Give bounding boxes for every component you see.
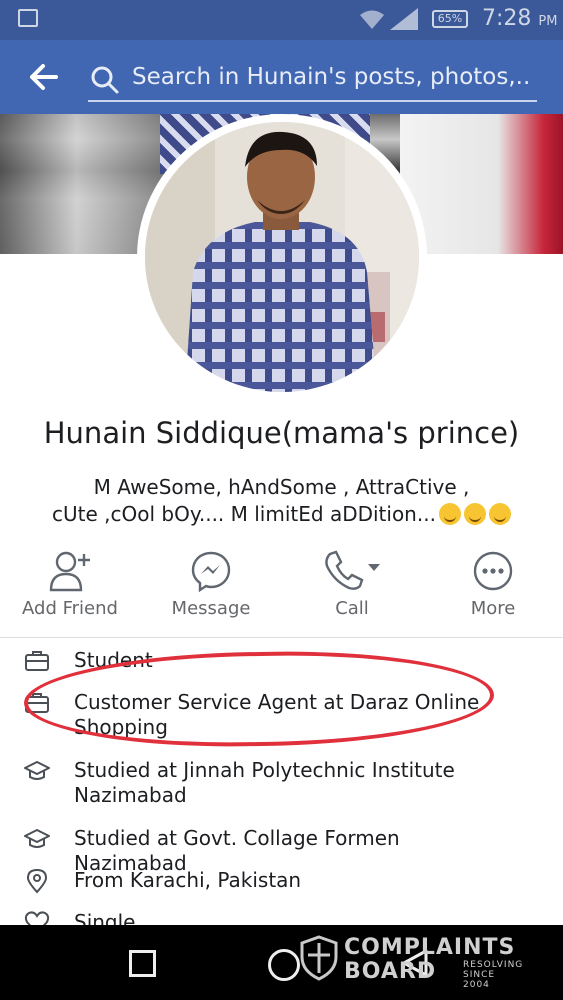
profile-picture-image — [145, 122, 419, 392]
shield-logo-icon — [300, 935, 338, 981]
profile-picture[interactable] — [145, 122, 419, 392]
location-pin-icon — [26, 868, 48, 894]
message-button[interactable]: Message — [141, 550, 281, 619]
watermark: COMPLAINTS BOARD RESOLVING SINCE 2004 — [300, 935, 530, 995]
phone-icon — [325, 550, 380, 590]
app-bar — [0, 40, 563, 114]
clock-time: 7:28 — [482, 6, 532, 31]
wink-emoji-icon — [438, 503, 461, 525]
add-friend-icon — [49, 551, 90, 592]
recent-apps-button[interactable] — [129, 950, 156, 977]
clock: 7:28 PM — [482, 6, 557, 31]
smile-emoji-icon — [463, 503, 486, 525]
watermark-line-1: COMPLAINTS — [344, 935, 516, 960]
bio-line-2-text: cUte ,cOol bOy.... M limitEd aDDition... — [52, 502, 436, 526]
watermark-tagline-1: RESOLVING — [463, 960, 524, 970]
home-button[interactable] — [268, 949, 300, 981]
more-label: More — [470, 598, 516, 619]
profile-picture-frame[interactable] — [137, 114, 427, 400]
search-field[interactable] — [88, 58, 537, 102]
more-icon — [473, 551, 513, 591]
bio-line-2: cUte ,cOol bOy.... M limitEd aDDition... — [30, 501, 533, 528]
battery-icon: 65% — [432, 10, 468, 28]
status-bar: 65% 7:28 PM — [0, 0, 563, 40]
heart-eyes-emoji-icon — [488, 503, 511, 525]
call-button[interactable]: Call — [282, 550, 422, 619]
image-notification-icon — [18, 9, 38, 27]
clock-ampm: PM — [538, 14, 558, 29]
intro-text: Studied at Jinnah Polytechnic Institute … — [74, 758, 455, 807]
message-label: Message — [171, 598, 251, 619]
battery-level: 65% — [437, 12, 463, 25]
graduation-cap-icon — [24, 761, 50, 780]
graduation-cap-icon — [24, 829, 50, 848]
bio-line-1: M AweSome, hAndSome , AttraCtive , — [93, 475, 470, 499]
more-button[interactable]: More — [423, 550, 563, 619]
messenger-icon — [191, 551, 231, 592]
add-friend-label: Add Friend — [22, 598, 118, 619]
profile-actions: Add Friend Message Call More — [0, 550, 563, 630]
watermark-tagline: RESOLVING SINCE 2004 — [463, 960, 523, 990]
profile-bio: M AweSome, hAndSome , AttraCtive , cUte … — [30, 474, 533, 528]
signal-icon — [390, 8, 418, 30]
section-divider — [0, 637, 563, 638]
add-friend-button[interactable]: Add Friend — [0, 550, 140, 619]
call-label: Call — [335, 598, 369, 619]
watermark-tagline-2: SINCE 2004 — [463, 970, 496, 990]
back-button[interactable] — [24, 58, 64, 96]
search-input[interactable] — [132, 61, 532, 93]
intro-text: From Karachi, Pakistan — [74, 868, 302, 892]
wifi-icon — [360, 10, 384, 29]
search-icon — [91, 66, 119, 94]
briefcase-icon — [25, 651, 49, 671]
back-arrow-icon — [30, 64, 58, 90]
profile-name: Hunain Siddique(mama's prince) — [43, 416, 520, 450]
watermark-line-2: BOARD — [344, 959, 437, 984]
